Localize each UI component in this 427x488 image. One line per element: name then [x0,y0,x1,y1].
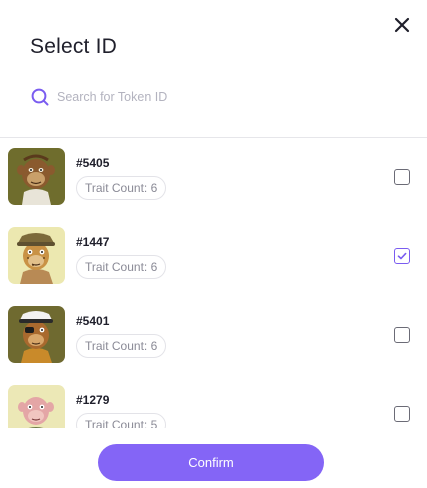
token-list[interactable]: #5405 Trait Count: 6 #1447 Trait Count: … [0,138,427,428]
search-bar[interactable] [30,84,390,110]
trait-count-badge: Trait Count: 5 [76,413,167,428]
list-item[interactable]: #5401 Trait Count: 6 [0,306,427,366]
search-input[interactable] [57,90,357,104]
token-thumbnail [8,148,65,205]
list-item[interactable]: #1447 Trait Count: 6 [0,227,427,287]
token-id: #1279 [76,393,110,407]
list-item[interactable]: #5405 Trait Count: 6 [0,148,427,208]
confirm-button[interactable]: Confirm [98,444,324,481]
token-id: #5405 [76,156,110,170]
token-checkbox[interactable] [394,169,410,185]
close-icon [394,17,410,33]
close-button[interactable] [391,14,413,36]
token-thumbnail [8,385,65,428]
token-thumbnail [8,306,65,363]
select-id-modal: Select ID Search for Token ID #5405 Trai… [0,0,427,488]
token-thumbnail [8,227,65,284]
trait-count-badge: Trait Count: 6 [76,255,167,279]
list-item[interactable]: #1279 Trait Count: 5 [0,385,427,428]
modal-title: Select ID [30,35,117,58]
checkmark-icon [397,252,407,260]
token-checkbox[interactable] [394,327,410,343]
token-checkbox[interactable] [394,406,410,422]
trait-count-badge: Trait Count: 6 [76,176,167,200]
search-icon [31,88,49,106]
token-id: #1447 [76,235,110,249]
token-checkbox-checked[interactable] [394,248,410,264]
trait-count-badge: Trait Count: 6 [76,334,167,358]
token-id: #5401 [76,314,110,328]
